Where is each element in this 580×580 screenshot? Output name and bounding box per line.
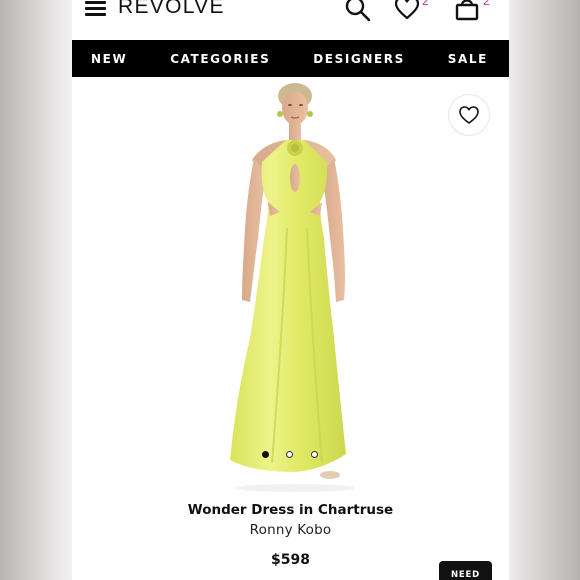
search-icon[interactable] — [344, 0, 372, 22]
nav-item-categories[interactable]: CATEGORIES — [170, 52, 270, 66]
shopping-bag-icon — [455, 0, 479, 21]
product-brand[interactable]: Ronny Kobo — [72, 522, 509, 538]
product-image[interactable] — [72, 78, 509, 498]
nav-item-new[interactable]: NEW — [91, 52, 127, 66]
category-nav: NEW CATEGORIES DESIGNERS SALE — [72, 40, 509, 77]
carousel-dot-3[interactable] — [311, 451, 318, 458]
carousel-dot-1[interactable] — [262, 451, 269, 458]
product-name: Wonder Dress in Chartruse — [187, 502, 394, 518]
top-header: REVOLVE 2 2 — [72, 0, 509, 40]
phone-screen: REVOLVE 2 2 NEW CATEGORIES DESIGNERS SAL… — [72, 0, 509, 580]
favorite-button[interactable] — [448, 94, 490, 136]
heart-outline-icon — [459, 106, 479, 124]
heart-icon — [394, 0, 420, 20]
revolve-logo[interactable]: REVOLVE — [118, 0, 225, 19]
carousel-dot-2[interactable] — [286, 451, 293, 458]
nav-item-designers[interactable]: DESIGNERS — [313, 52, 405, 66]
wishlist-button[interactable]: 2 — [394, 0, 429, 22]
wishlist-count-badge: 2 — [422, 0, 429, 8]
image-carousel-dots — [72, 451, 509, 461]
bag-count-badge: 2 — [483, 0, 490, 8]
need-help-button[interactable]: NEED — [439, 561, 492, 580]
nav-item-sale[interactable]: SALE — [448, 52, 488, 66]
shopping-bag-button[interactable]: 2 — [454, 0, 490, 22]
menu-icon[interactable] — [85, 0, 107, 18]
